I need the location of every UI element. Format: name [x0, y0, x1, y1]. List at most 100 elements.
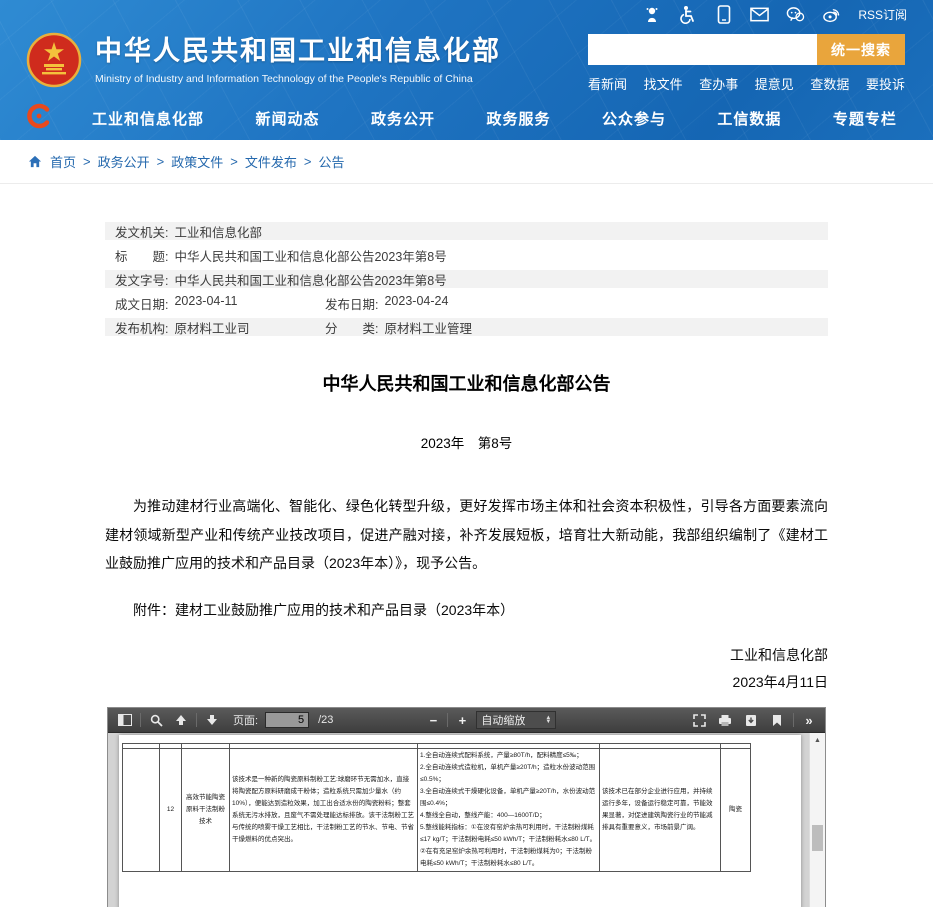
site-title: 中华人民共和国工业和信息化部 — [95, 35, 501, 67]
document-area: 发文机关: 工业和信息化部 标 题: 中华人民共和国工业和信息化部公告2023年第8… — [0, 184, 933, 907]
announcement-issue-number: 2023年 第8号 — [105, 432, 828, 452]
meta-label: 发布机构: — [115, 318, 168, 337]
quick-link-feedback[interactable]: 提意见 — [755, 74, 794, 93]
nav-item-news[interactable]: 新闻动态 — [255, 108, 319, 129]
breadcrumb-item[interactable]: 政策文件 — [171, 152, 223, 171]
meta-label: 发文机关: — [115, 222, 168, 241]
accessibility-icon[interactable] — [678, 5, 697, 24]
meta-row: 标 题: 中华人民共和国工业和信息化部公告2023年第8号 — [105, 246, 828, 264]
national-emblem-icon — [26, 32, 82, 88]
meta-label: 发文字号: — [115, 270, 168, 289]
breadcrumb: 首页 > 政务公开 > 政策文件 > 文件发布 > 公告 — [0, 140, 933, 184]
quick-link-data[interactable]: 查数据 — [810, 74, 849, 93]
site-title-en: Ministry of Industry and Information Tec… — [95, 73, 501, 85]
zoom-level-value: 自动缩放 — [481, 712, 525, 728]
meta-value: 原材料工业管理 — [384, 318, 472, 337]
breadcrumb-separator: > — [157, 154, 165, 169]
toolbar-separator — [793, 713, 794, 727]
meta-label: 分 类: — [325, 318, 378, 337]
breadcrumb-separator: > — [304, 154, 312, 169]
zoom-in-icon[interactable]: + — [453, 713, 471, 728]
scrollbar-thumb[interactable] — [812, 825, 823, 851]
pdf-viewer: 页面: /23 − + 自动缩放 ▲▼ — [107, 707, 826, 907]
cell-description: 该技术是一种新的陶瓷原料制粉工艺:球磨环节无需加水，直接将陶瓷配方原料研磨成干粉… — [230, 749, 418, 872]
meta-row: 发布机构: 原材料工业司 分 类: 原材料工业管理 — [105, 318, 828, 336]
cell-category — [123, 749, 160, 872]
cell-tech-name: 高效节能陶瓷原料干法制粉技术 — [182, 749, 230, 872]
pdf-scrollbar[interactable]: ▲ — [809, 733, 825, 907]
download-icon[interactable] — [741, 711, 761, 730]
home-icon[interactable] — [28, 155, 42, 168]
weibo-icon[interactable] — [822, 5, 841, 24]
signer: 工业和信息化部 — [105, 642, 828, 669]
cell-seq: 12 — [160, 749, 182, 872]
bookmark-icon[interactable] — [767, 711, 787, 730]
search-button[interactable]: 统一搜索 — [817, 34, 905, 65]
page-up-icon[interactable] — [171, 711, 191, 730]
cell-application: 该技术已在部分企业进行应用，并持续运行多年，设备运行稳定可靠，节能效果显著，对促… — [600, 749, 721, 872]
sign-date: 2023年4月11日 — [105, 669, 828, 696]
utility-bar: RSS订阅 — [642, 5, 907, 24]
pdf-toolbar: 页面: /23 − + 自动缩放 ▲▼ — [108, 708, 825, 733]
meta-label: 标 题: — [115, 246, 168, 265]
search-input[interactable] — [588, 34, 817, 65]
quick-link-news[interactable]: 看新闻 — [588, 74, 627, 93]
cell-indicators: 1.全自动连续式配料系统，产量≥80T/h，配料精度≤5‰； 2.全自动连续式造… — [418, 749, 600, 872]
scroll-up-icon[interactable]: ▲ — [810, 733, 825, 744]
more-tools-icon[interactable]: » — [800, 713, 818, 728]
meta-value: 中华人民共和国工业和信息化部公告2023年第8号 — [174, 270, 446, 289]
meta-label: 发布日期: — [325, 294, 378, 313]
toolbar-separator — [447, 713, 448, 727]
meta-value: 2023-04-24 — [384, 294, 448, 313]
sidebar-toggle-icon[interactable] — [115, 711, 135, 730]
nav-item-special[interactable]: 专题专栏 — [833, 108, 897, 129]
meta-table: 发文机关: 工业和信息化部 标 题: 中华人民共和国工业和信息化部公告2023年第8… — [105, 222, 828, 336]
meta-value: 工业和信息化部 — [174, 222, 262, 241]
breadcrumb-item[interactable]: 文件发布 — [245, 152, 297, 171]
page-label: 页面: — [233, 712, 258, 728]
toolbar-separator — [196, 713, 197, 727]
quick-links: 看新闻 找文件 查办事 提意见 查数据 要投诉 — [588, 74, 905, 93]
miit-logo-icon — [26, 103, 52, 129]
toolbar-separator — [140, 713, 141, 727]
attachment-line: 附件：建材工业鼓励推广应用的技术和产品目录（2023年本） — [105, 600, 828, 620]
zoom-out-icon[interactable]: − — [424, 713, 442, 728]
rss-link[interactable]: RSS订阅 — [858, 6, 907, 23]
nav-item-home[interactable]: 工业和信息化部 — [92, 108, 204, 129]
nav-item-gov-disclosure[interactable]: 政务公开 — [371, 108, 435, 129]
meta-value: 中华人民共和国工业和信息化部公告2023年第8号 — [174, 246, 446, 265]
quick-link-services[interactable]: 查办事 — [699, 74, 738, 93]
print-icon[interactable] — [715, 711, 735, 730]
meta-value: 2023-04-11 — [174, 294, 237, 313]
nav-item-data[interactable]: 工信数据 — [717, 108, 781, 129]
email-icon[interactable] — [750, 5, 769, 24]
announcement-title: 中华人民共和国工业和信息化部公告 — [105, 370, 828, 396]
zoom-level-select[interactable]: 自动缩放 ▲▼ — [476, 711, 556, 729]
table-row: 12 高效节能陶瓷原料干法制粉技术 该技术是一种新的陶瓷原料制粉工艺:球磨环节无… — [123, 749, 751, 872]
breadcrumb-separator: > — [230, 154, 238, 169]
cell-field: 陶瓷 — [721, 749, 751, 872]
mobile-icon[interactable] — [714, 5, 733, 24]
main-nav: 工业和信息化部 新闻动态 政务公开 政务服务 公众参与 工信数据 专题专栏 — [0, 96, 933, 140]
quick-link-complaint[interactable]: 要投诉 — [866, 74, 905, 93]
breadcrumb-item[interactable]: 公告 — [318, 152, 344, 171]
presentation-mode-icon[interactable] — [689, 711, 709, 730]
breadcrumb-item[interactable]: 政务公开 — [98, 152, 150, 171]
wechat-icon[interactable] — [786, 5, 805, 24]
breadcrumb-separator: > — [83, 154, 91, 169]
breadcrumb-item[interactable]: 首页 — [50, 152, 76, 171]
quick-link-files[interactable]: 找文件 — [644, 74, 683, 93]
pdf-content-area: 12 高效节能陶瓷原料干法制粉技术 该技术是一种新的陶瓷原料制粉工艺:球磨环节无… — [108, 733, 825, 907]
nav-item-participation[interactable]: 公众参与 — [602, 108, 666, 129]
pdf-page: 12 高效节能陶瓷原料干法制粉技术 该技术是一种新的陶瓷原料制粉工艺:球磨环节无… — [119, 735, 801, 907]
page-number-input[interactable] — [265, 712, 309, 728]
meta-label: 成文日期: — [115, 294, 168, 313]
meta-row: 发文机关: 工业和信息化部 — [105, 222, 828, 240]
meta-value: 原材料工业司 — [174, 318, 249, 337]
mascot-icon[interactable] — [642, 5, 661, 24]
find-icon[interactable] — [146, 711, 166, 730]
nav-item-gov-services[interactable]: 政务服务 — [486, 108, 550, 129]
page-down-icon[interactable] — [202, 711, 222, 730]
meta-row: 发文字号: 中华人民共和国工业和信息化部公告2023年第8号 — [105, 270, 828, 288]
search-area: 统一搜索 看新闻 找文件 查办事 提意见 查数据 要投诉 — [588, 34, 905, 93]
